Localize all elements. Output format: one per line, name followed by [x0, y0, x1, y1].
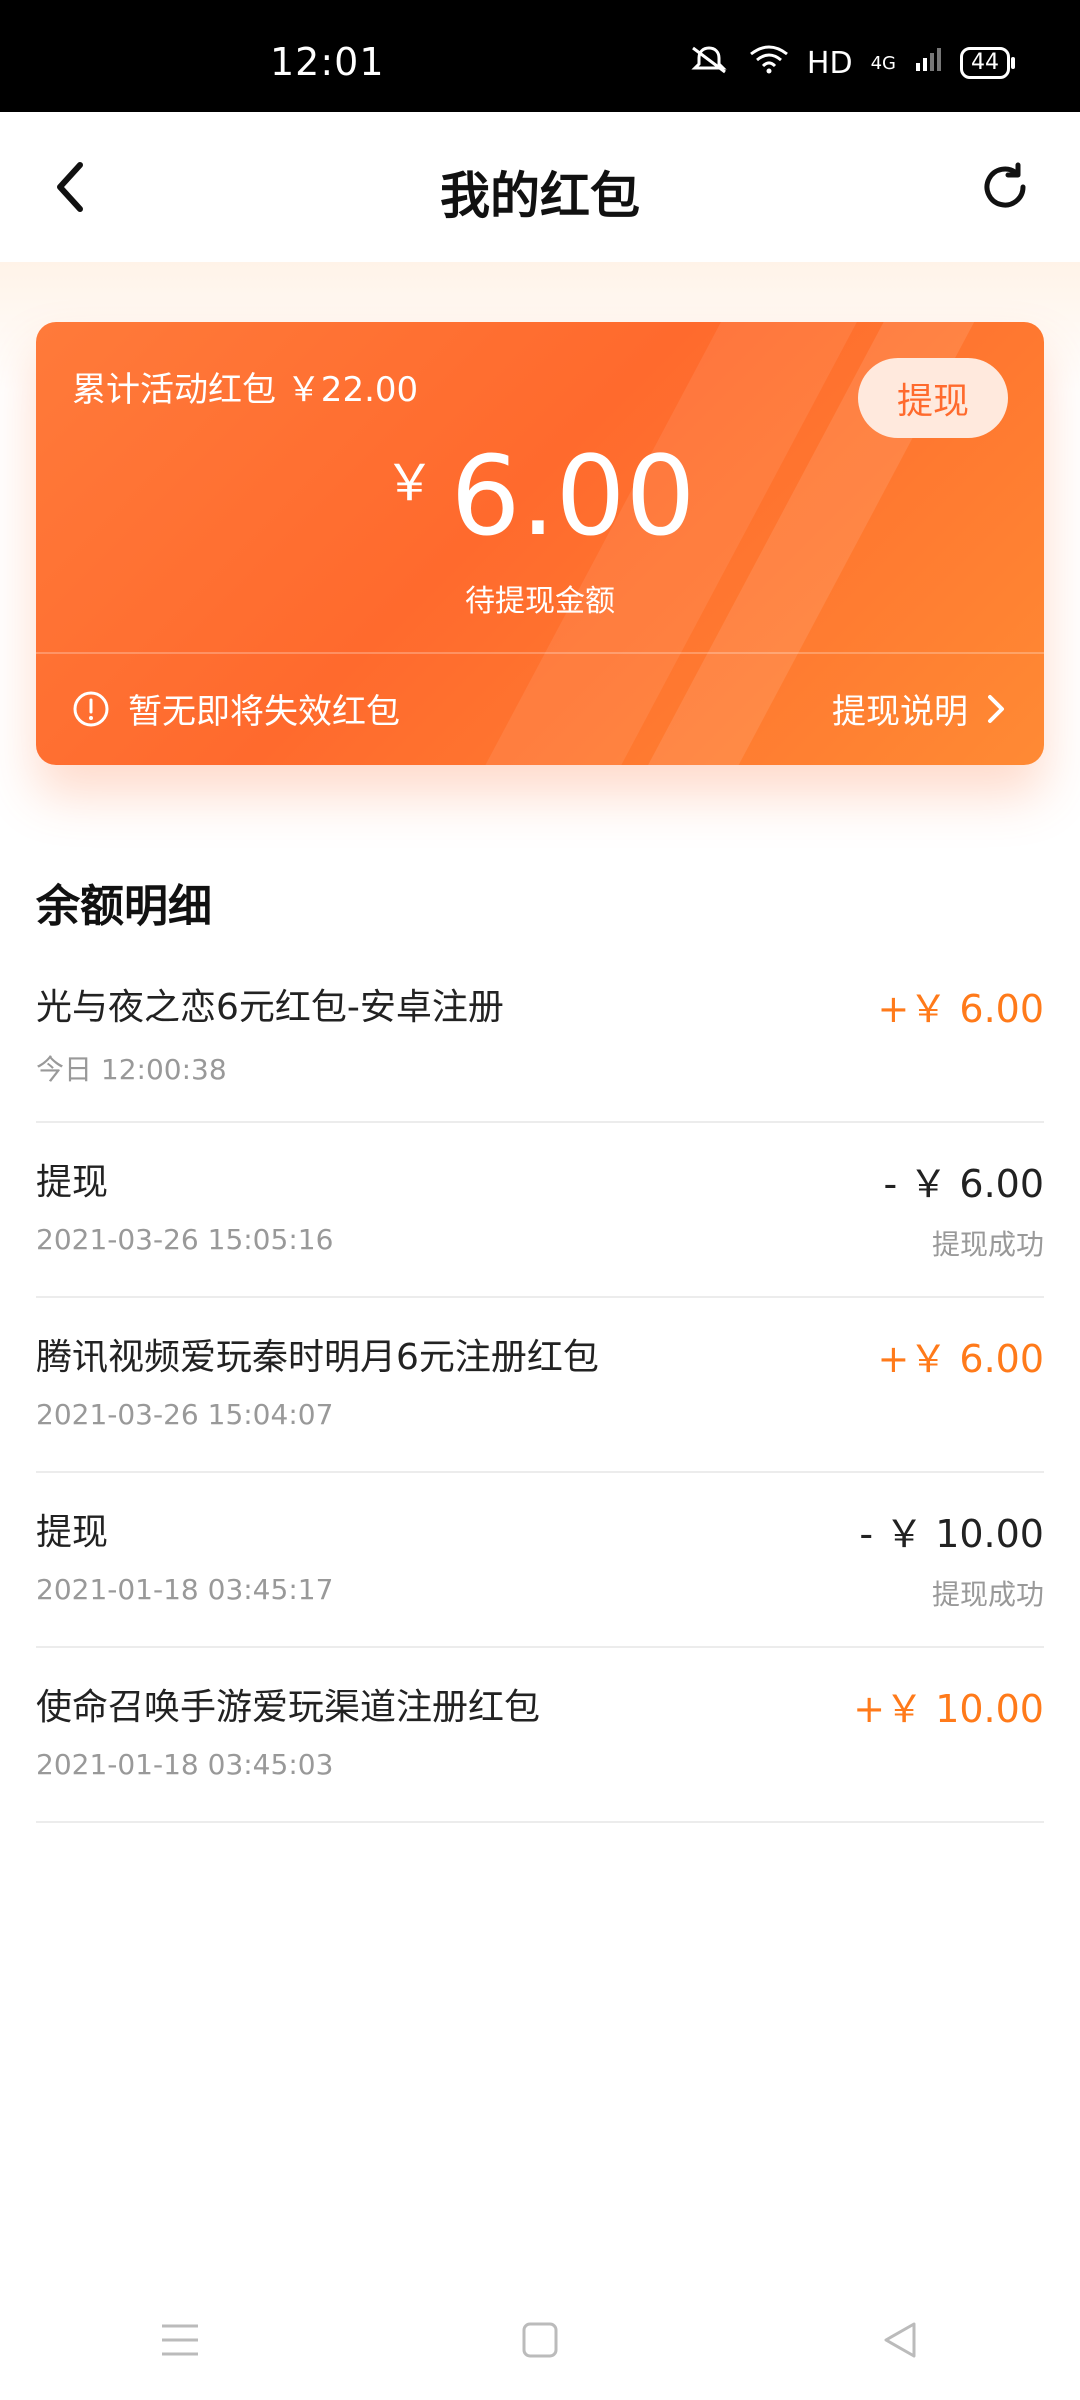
list-item[interactable]: 提现 2021-01-18 03:45:17 - ￥ 10.00 提现成功 — [36, 1473, 1044, 1648]
item-status: 提现成功 — [931, 1578, 1044, 1611]
pending-amount-value: 6.00 — [450, 432, 696, 560]
expiry-notice: 暂无即将失效红包 — [72, 684, 400, 733]
network-label: HD — [806, 45, 853, 81]
home-square-icon — [522, 2322, 558, 2358]
mute-icon — [687, 44, 731, 82]
card-footer: 暂无即将失效红包 提现说明 — [72, 652, 1008, 765]
status-bar: 12:01 HD 4G 44 — [0, 0, 1080, 112]
balance-title: 余额明细 — [36, 881, 212, 932]
withdraw-explain-link[interactable]: 提现说明 — [832, 684, 1008, 733]
battery-indicator: 44 — [960, 47, 1015, 79]
status-icons: HD 4G 44 — [687, 44, 1015, 82]
pending-label: 待提现金额 — [465, 584, 615, 619]
total-red-packet: 累计活动红包 ￥22.00 — [72, 370, 419, 410]
refresh-icon — [984, 162, 1026, 208]
home-button[interactable] — [490, 2290, 590, 2390]
page-title: 我的红包 — [440, 167, 640, 225]
item-time: 今日 12:00:38 — [36, 1053, 227, 1086]
item-amount: - ￥ 6.00 — [883, 1162, 1044, 1206]
item-title: 提现 — [36, 1162, 109, 1203]
item-title: 使命召唤手游爱玩渠道注册红包 — [36, 1687, 541, 1728]
menu-icon — [162, 2324, 198, 2356]
signal-bars-icon — [914, 45, 942, 81]
list-item[interactable]: 腾讯视频爱玩秦时明月6元注册红包 2021-03-26 15:04:07 +￥ … — [36, 1298, 1044, 1473]
item-amount: +￥ 10.00 — [853, 1687, 1044, 1731]
balance-list: 光与夜之恋6元红包-安卓注册 今日 12:00:38 +￥ 6.00 提现 20… — [36, 948, 1044, 1823]
item-title: 光与夜之恋6元红包-安卓注册 — [36, 987, 504, 1028]
withdraw-button[interactable]: 提现 — [858, 358, 1008, 438]
item-title: 腾讯视频爱玩秦时明月6元注册红包 — [36, 1337, 599, 1378]
list-item[interactable]: 使命召唤手游爱玩渠道注册红包 2021-01-18 03:45:03 +￥ 10… — [36, 1648, 1044, 1823]
item-amount: +￥ 6.00 — [877, 987, 1044, 1031]
system-nav-bar — [0, 2280, 1080, 2400]
expiry-notice-text: 暂无即将失效红包 — [128, 692, 400, 732]
system-back-button[interactable] — [850, 2290, 950, 2390]
item-time: 2021-03-26 15:04:07 — [36, 1398, 334, 1431]
item-status: 提现成功 — [931, 1228, 1044, 1261]
warning-circle-icon — [73, 691, 109, 726]
list-item[interactable]: 光与夜之恋6元红包-安卓注册 今日 12:00:38 +￥ 6.00 — [36, 948, 1044, 1123]
top-app-bar: 我的红包 — [0, 112, 1080, 262]
item-amount: - ￥ 10.00 — [859, 1512, 1044, 1556]
refresh-button[interactable] — [970, 152, 1040, 222]
withdraw-explain-text: 提现说明 — [832, 692, 968, 732]
red-packet-card: 累计活动红包 ￥22.00 提现 ￥ 6.00 待提现金额 暂无即将失效红包 提现… — [36, 322, 1044, 765]
item-time: 2021-01-18 03:45:03 — [36, 1748, 334, 1781]
item-amount: +￥ 6.00 — [877, 1337, 1044, 1381]
item-time: 2021-03-26 15:05:16 — [36, 1223, 334, 1256]
back-triangle-icon — [884, 2322, 916, 2358]
status-time: 12:01 — [270, 40, 385, 84]
item-time: 2021-01-18 03:45:17 — [36, 1573, 334, 1606]
list-item[interactable]: 提现 2021-03-26 15:05:16 - ￥ 6.00 提现成功 — [36, 1123, 1044, 1298]
signal-label: 4G — [870, 52, 896, 74]
wifi-icon — [749, 44, 789, 82]
item-title: 提现 — [36, 1512, 109, 1553]
pending-amount: ￥ 6.00 — [36, 432, 1044, 560]
chevron-right-icon — [988, 694, 1004, 723]
menu-button[interactable] — [130, 2290, 230, 2390]
currency-symbol: ￥ — [384, 454, 435, 512]
